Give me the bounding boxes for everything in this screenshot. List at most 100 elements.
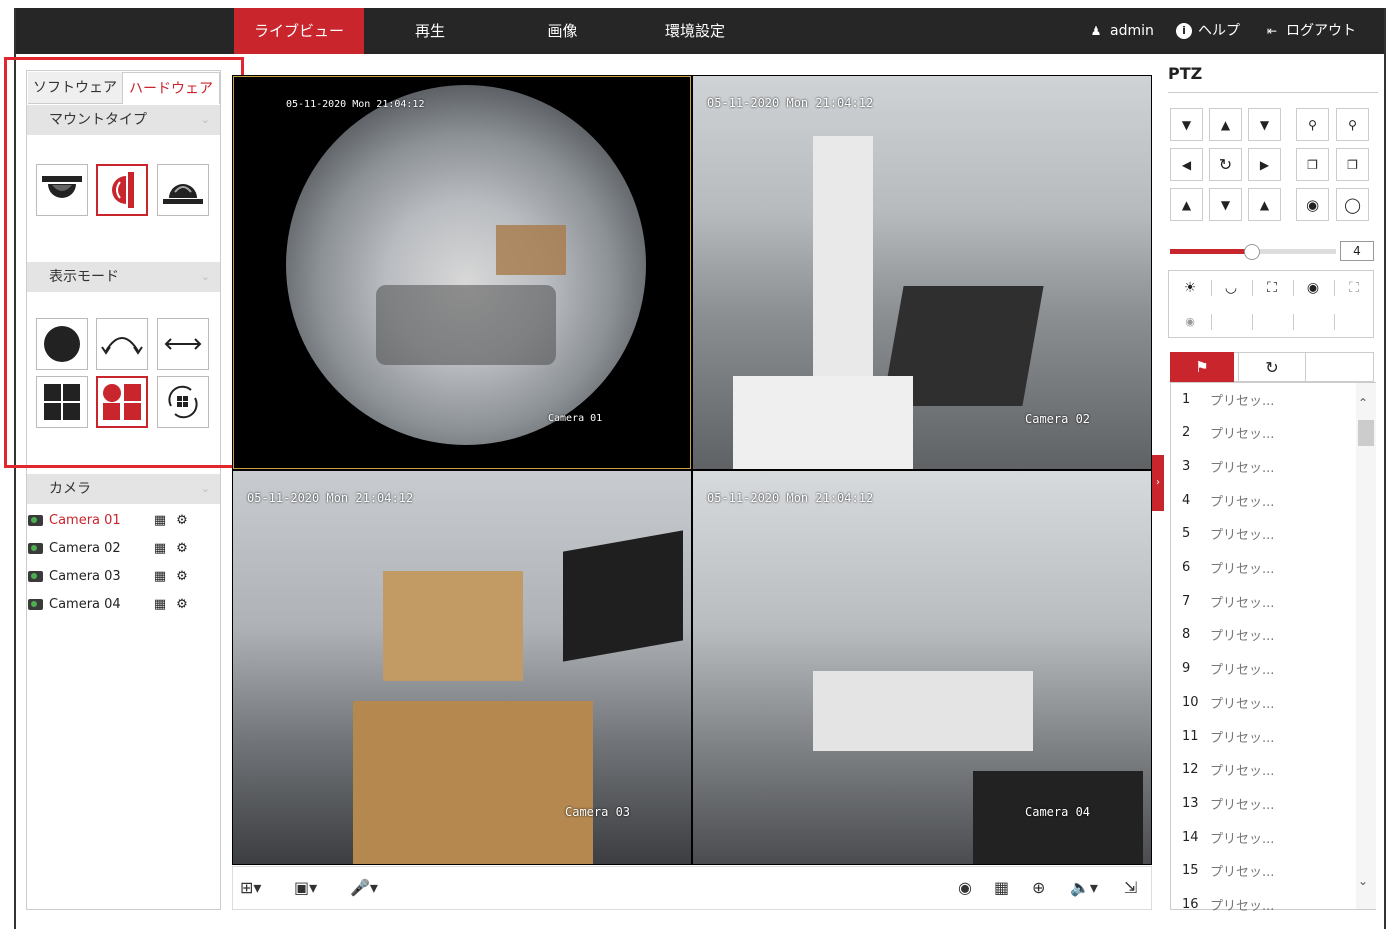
record-icon[interactable]: ▦ — [149, 569, 171, 584]
camera-list-item[interactable]: Camera 04 ▦ ⚙ — [28, 590, 218, 618]
ptz-down-left-button[interactable]: ▲ — [1170, 188, 1203, 221]
preset-row[interactable]: 8 プリセッ... — [1182, 620, 1274, 650]
preset-row[interactable]: 14 プリセッ... — [1182, 822, 1274, 852]
ptz-up-right-button[interactable]: ▼ — [1248, 108, 1281, 141]
record-video-icon[interactable]: ▦ — [994, 866, 1009, 910]
collapse-panel-button[interactable]: › — [1152, 455, 1164, 511]
zoom-in-icon[interactable]: ⊕ — [1032, 866, 1045, 910]
focus-far-icon[interactable]: ❐ — [1336, 148, 1369, 181]
stream-type-icon[interactable]: ▣▾ — [294, 866, 317, 910]
camera-section-header[interactable]: カメラ ⌄ — [27, 474, 220, 504]
preset-row[interactable]: 13 プリセッ... — [1182, 788, 1274, 818]
preset-row[interactable]: 11 プリセッ... — [1182, 721, 1274, 751]
scroll-down-icon[interactable]: ⌄ — [1358, 874, 1368, 888]
video-window-1[interactable]: 05-11-2020 Mon 21:04:12 Camera 01 — [233, 76, 691, 469]
ptz-up-button[interactable]: ▲ — [1209, 108, 1242, 141]
preset-row[interactable]: 1 プリセッ... — [1182, 384, 1274, 414]
preset-row[interactable]: 2 プリセッ... — [1182, 418, 1274, 448]
logout-link[interactable]: ⇤ ログアウト — [1264, 8, 1356, 54]
scrollbar-thumb[interactable] — [1358, 420, 1374, 446]
record-icon[interactable]: ▦ — [149, 541, 171, 556]
camera-name: Camera 01 — [49, 512, 121, 528]
preset-row[interactable]: 6 プリセッ... — [1182, 553, 1274, 583]
preset-label: プリセッ... — [1210, 562, 1275, 577]
nav-configuration[interactable]: 環境設定 — [630, 8, 760, 54]
settings-icon[interactable]: ⚙ — [171, 513, 193, 528]
fullscreen-icon[interactable]: ⇲ — [1124, 866, 1137, 910]
settings-icon[interactable]: ⚙ — [171, 569, 193, 584]
ptz-right-button[interactable]: ▶ — [1248, 148, 1281, 181]
preset-number: 10 — [1182, 694, 1199, 710]
wiper-icon[interactable]: ◡ — [1211, 273, 1251, 303]
preset-number: 3 — [1182, 458, 1191, 474]
nav-picture[interactable]: 画像 — [500, 8, 625, 54]
patrol-tab-refresh-icon[interactable]: ↻ — [1238, 352, 1306, 382]
ptz-down-right-button[interactable]: ▲ — [1248, 188, 1281, 221]
video-timestamp: 05-11-2020 Mon 21:04:12 — [707, 491, 874, 505]
ptz-left-button[interactable]: ◀ — [1170, 148, 1203, 181]
preset-number: 2 — [1182, 425, 1191, 441]
nav-playback[interactable]: 再生 — [370, 8, 490, 54]
preset-row[interactable]: 15 プリセッ... — [1182, 856, 1274, 886]
light-icon[interactable]: ☀ — [1170, 273, 1210, 303]
preset-label: プリセッ... — [1210, 393, 1275, 409]
preset-row[interactable]: 12 プリセッ... — [1182, 755, 1274, 785]
window-division-icon[interactable]: ⊞▾ — [240, 866, 261, 910]
zoom-out-icon[interactable]: ⚲ — [1296, 108, 1329, 141]
preset-row[interactable]: 3 プリセッ... — [1182, 451, 1274, 481]
capture-camera-icon[interactable]: ◉ — [958, 866, 972, 910]
scroll-up-icon[interactable]: ⌃ — [1358, 396, 1368, 410]
preset-row[interactable]: 4 プリセッ... — [1182, 485, 1274, 515]
speed-slider-fill — [1170, 249, 1252, 254]
3d-positioning-icon[interactable]: ◉ — [1170, 306, 1210, 336]
manual-track-icon[interactable]: ⛶ — [1334, 273, 1374, 303]
focus-near-icon[interactable]: ❐ — [1296, 148, 1329, 181]
video-camera-label: Camera 04 — [1025, 805, 1091, 819]
auxiliary-focus-icon[interactable]: ⛶ — [1252, 273, 1292, 303]
ptz-up-left-button[interactable]: ▼ — [1170, 108, 1203, 141]
video-window-4[interactable]: 05-11-2020 Mon 21:04:12 Camera 04 — [693, 471, 1151, 864]
iris-close-icon[interactable]: ◉ — [1296, 188, 1329, 221]
video-camera-label: Camera 01 — [548, 413, 603, 424]
ptz-divider — [1168, 92, 1378, 93]
nav-live-view[interactable]: ライブビュー — [234, 8, 364, 54]
record-icon[interactable]: ▦ — [149, 597, 171, 612]
video-window-3[interactable]: 05-11-2020 Mon 21:04:12 Camera 03 — [233, 471, 691, 864]
record-icon[interactable]: ▦ — [149, 513, 171, 528]
preset-label: プリセッ... — [1210, 696, 1275, 712]
ptz-auto-rotate-button[interactable]: ↻ — [1209, 148, 1242, 181]
preset-tab-flag-icon[interactable]: ⚑ — [1170, 352, 1234, 382]
video-window-2[interactable]: 05-11-2020 Mon 21:04:12 Camera 02 — [693, 76, 1151, 469]
settings-icon[interactable]: ⚙ — [171, 541, 193, 556]
preset-label: プリセッ... — [1210, 730, 1275, 746]
preset-scrollbar[interactable] — [1356, 383, 1376, 909]
speed-slider-handle[interactable] — [1244, 244, 1260, 260]
camera-list-item[interactable]: Camera 03 ▦ ⚙ — [28, 562, 218, 590]
preset-row[interactable]: 7 プリセッ... — [1182, 586, 1274, 616]
user-menu[interactable]: ♟ admin — [1088, 8, 1154, 54]
speed-value: 4 — [1340, 241, 1374, 261]
preset-number: 8 — [1182, 627, 1191, 643]
preset-number: 7 — [1182, 593, 1191, 609]
lens-init-icon[interactable]: ◉ — [1293, 273, 1333, 303]
ptz-down-button[interactable]: ▼ — [1209, 188, 1242, 221]
camera-list-item[interactable]: Camera 02 ▦ ⚙ — [28, 534, 218, 562]
help-label: ヘルプ — [1198, 23, 1240, 39]
camera-list-item[interactable]: Camera 01 ▦ ⚙ — [28, 506, 218, 534]
video-timestamp: 05-11-2020 Mon 21:04:12 — [707, 96, 874, 110]
preset-row[interactable]: 10 プリセッ... — [1182, 687, 1274, 717]
settings-icon[interactable]: ⚙ — [171, 597, 193, 612]
audio-mute-icon[interactable]: 🔈▾ — [1070, 866, 1098, 910]
preset-label: プリセッ... — [1210, 764, 1275, 780]
iris-open-icon[interactable]: ◯ — [1336, 188, 1369, 221]
highlight-box — [4, 57, 244, 468]
microphone-icon[interactable]: 🎤▾ — [350, 866, 378, 910]
zoom-in-icon[interactable]: ⚲ — [1336, 108, 1369, 141]
preset-row[interactable]: 9 プリセッ... — [1182, 654, 1274, 684]
help-link[interactable]: i ヘルプ — [1176, 8, 1240, 54]
preset-row[interactable]: 5 プリセッ... — [1182, 519, 1274, 549]
preset-label: プリセッ... — [1210, 528, 1275, 544]
preset-row[interactable]: 16 プリセッ... — [1182, 890, 1274, 920]
preset-number: 11 — [1182, 728, 1199, 744]
chevron-down-icon: ⌄ — [200, 482, 210, 495]
